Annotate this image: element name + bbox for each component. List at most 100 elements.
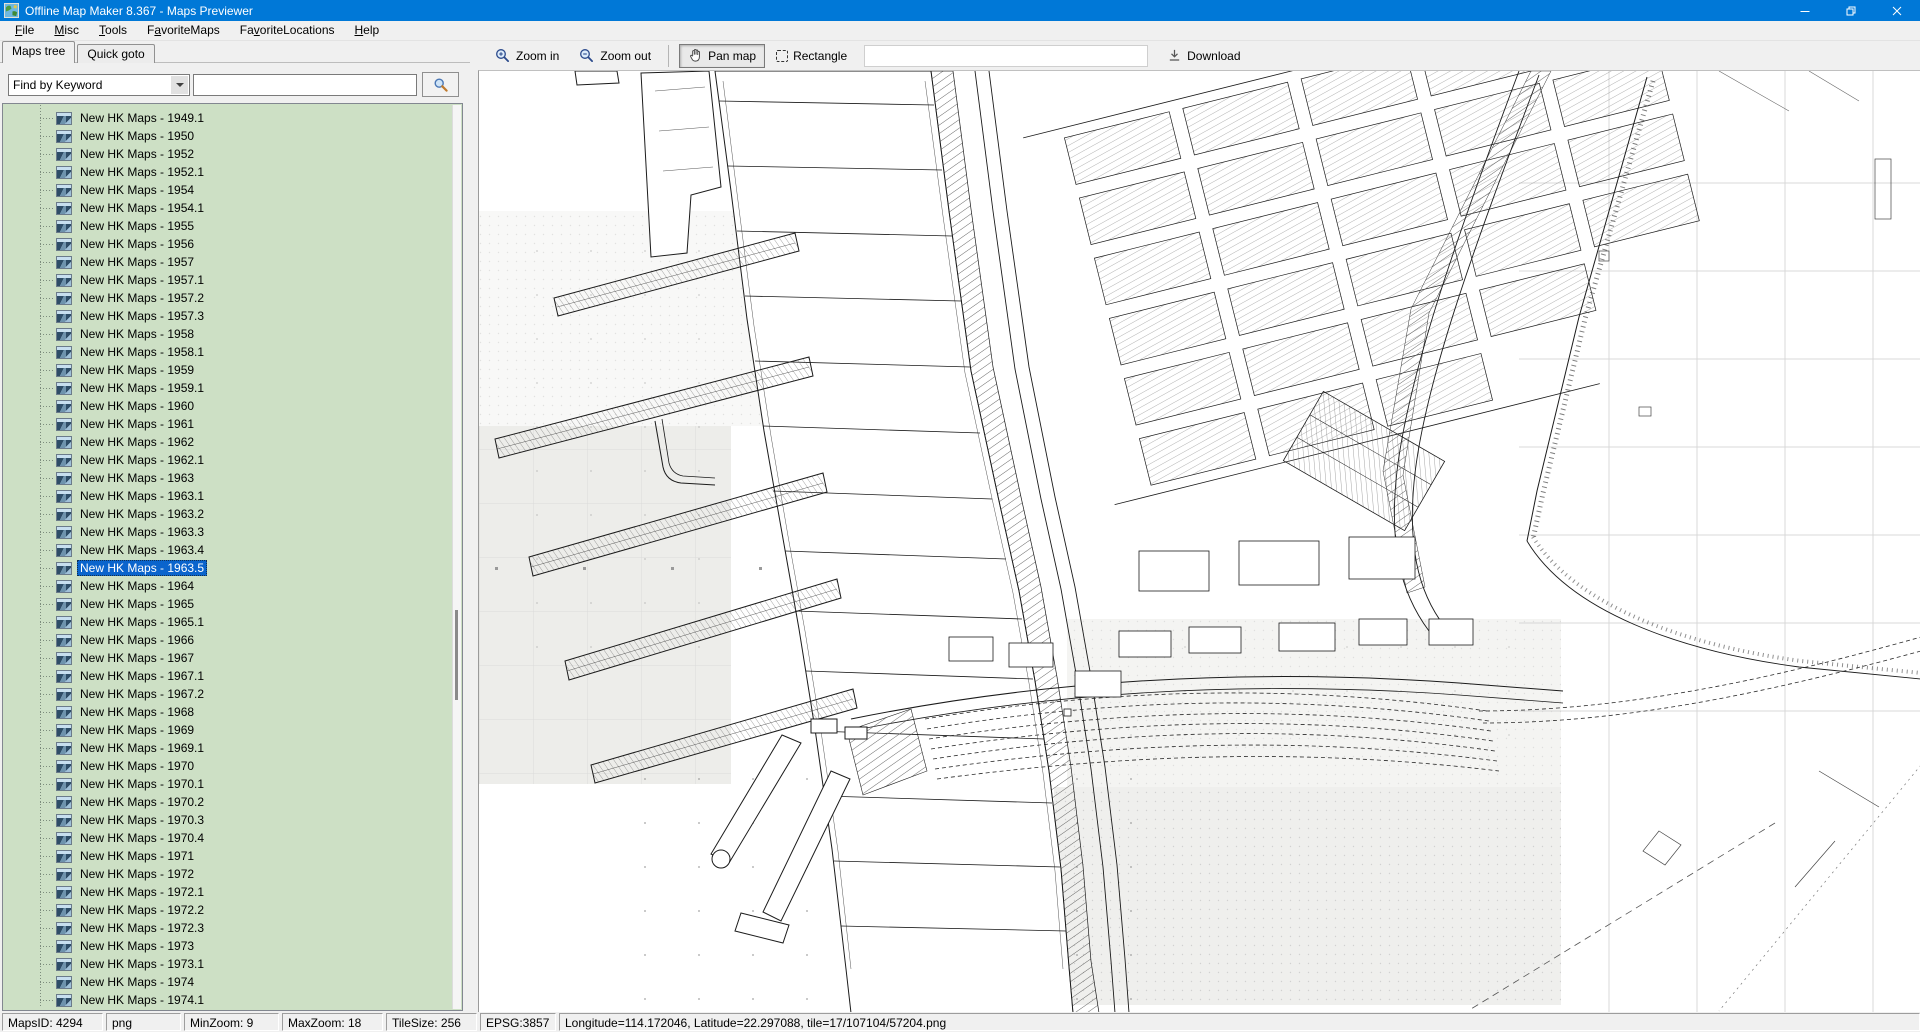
tree-item[interactable]: New HK Maps - 1956 <box>4 235 451 253</box>
map-image-icon <box>56 778 72 791</box>
tree-item[interactable]: New HK Maps - 1972.3 <box>4 919 451 937</box>
tree-item[interactable]: New HK Maps - 1970 <box>4 757 451 775</box>
search-input[interactable] <box>193 74 417 96</box>
tree-item[interactable]: New HK Maps - 1969 <box>4 721 451 739</box>
tree-item[interactable]: New HK Maps - 1950 <box>4 127 451 145</box>
tree-item[interactable]: New HK Maps - 1959 <box>4 361 451 379</box>
tree-item[interactable]: New HK Maps - 1970.1 <box>4 775 451 793</box>
tree-item-label: New HK Maps - 1970.3 <box>77 812 207 828</box>
tree-item[interactable]: New HK Maps - 1962 <box>4 433 451 451</box>
zoom-out-button[interactable]: Zoom out <box>570 44 660 68</box>
tree-item[interactable]: New HK Maps - 1968 <box>4 703 451 721</box>
map-image-icon <box>56 832 72 845</box>
panel-splitter[interactable] <box>470 41 478 1012</box>
tree-item[interactable]: New HK Maps - 1967.2 <box>4 685 451 703</box>
hand-icon <box>688 48 703 63</box>
tree-item[interactable]: New HK Maps - 1973.1 <box>4 955 451 973</box>
map-image-icon <box>56 112 72 125</box>
tree-item[interactable]: New HK Maps - 1971 <box>4 847 451 865</box>
restore-icon <box>1845 5 1857 17</box>
tree-item[interactable]: New HK Maps - 1954 <box>4 181 451 199</box>
tree-item[interactable]: New HK Maps - 1969.1 <box>4 739 451 757</box>
tree-item-label: New HK Maps - 1966 <box>77 632 197 648</box>
menu-misc[interactable]: Misc <box>44 21 89 40</box>
title-bar[interactable]: Offline Map Maker 8.367 - Maps Previewer <box>0 0 1920 21</box>
menu-tools[interactable]: Tools <box>89 21 137 40</box>
tree-item[interactable]: New HK Maps - 1972.2 <box>4 901 451 919</box>
tree-item[interactable]: New HK Maps - 1963.2 <box>4 505 451 523</box>
tree-item[interactable]: New HK Maps - 1963 <box>4 469 451 487</box>
tree-item[interactable]: New HK Maps - 1966 <box>4 631 451 649</box>
tree-item[interactable]: New HK Maps - 1974 <box>4 973 451 991</box>
menu-help[interactable]: Help <box>345 21 390 40</box>
tree-item[interactable]: New HK Maps - 1970.3 <box>4 811 451 829</box>
map-image-icon <box>56 202 72 215</box>
zoom-in-button[interactable]: Zoom in <box>486 44 568 68</box>
tree-item[interactable]: New HK Maps - 1964 <box>4 577 451 595</box>
tree-item[interactable]: New HK Maps - 1957 <box>4 253 451 271</box>
pan-map-button[interactable]: Pan map <box>679 44 765 68</box>
menu-favoritelocations[interactable]: FavoriteLocations <box>230 21 345 40</box>
map-image-icon <box>56 652 72 665</box>
restore-button[interactable] <box>1828 0 1874 21</box>
tree-item[interactable]: New HK Maps - 1963.3 <box>4 523 451 541</box>
rectangle-button[interactable]: Rectangle <box>767 44 856 68</box>
tree-item[interactable]: New HK Maps - 1955 <box>4 217 451 235</box>
tree-item[interactable]: New HK Maps - 1963.4 <box>4 541 451 559</box>
map-image-icon <box>56 814 72 827</box>
tree-item[interactable]: New HK Maps - 1962.1 <box>4 451 451 469</box>
download-button[interactable]: Download <box>1158 44 1249 68</box>
find-mode-combobox[interactable]: Find by Keyword <box>8 74 190 96</box>
map-preview[interactable] <box>478 70 1920 1012</box>
tree-item[interactable]: New HK Maps - 1972 <box>4 865 451 883</box>
map-preview-panel: Zoom in Zoom out Pan map Rectangle <box>478 41 1920 1012</box>
tree-item[interactable]: New HK Maps - 1957.3 <box>4 307 451 325</box>
tree-item-label: New HK Maps - 1972 <box>77 866 197 882</box>
tree-item[interactable]: New HK Maps - 1957.2 <box>4 289 451 307</box>
menu-file[interactable]: File <box>5 21 44 40</box>
tree-item-label: New HK Maps - 1973 <box>77 938 197 954</box>
tree-item[interactable]: New HK Maps - 1963.1 <box>4 487 451 505</box>
tree-scrollbar[interactable] <box>452 105 461 1009</box>
tree-item[interactable]: New HK Maps - 1965 <box>4 595 451 613</box>
tree-item[interactable]: New HK Maps - 1952 <box>4 145 451 163</box>
combo-dropdown-button[interactable] <box>171 76 188 94</box>
tree-item-label: New HK Maps - 1960 <box>77 398 197 414</box>
tree-item[interactable]: New HK Maps - 1967 <box>4 649 451 667</box>
tree-item[interactable]: New HK Maps - 1972.1 <box>4 883 451 901</box>
tree-item[interactable]: New HK Maps - 1970.4 <box>4 829 451 847</box>
tree-item[interactable]: New HK Maps - 1957.1 <box>4 271 451 289</box>
tab-maps-tree[interactable]: Maps tree <box>2 41 75 63</box>
tree-item[interactable]: New HK Maps - 1967.1 <box>4 667 451 685</box>
tree-item[interactable]: New HK Maps - 1954.1 <box>4 199 451 217</box>
tree-item-label: New HK Maps - 1972.3 <box>77 920 207 936</box>
tree-item[interactable]: New HK Maps - 1970.2 <box>4 793 451 811</box>
tree-item-label: New HK Maps - 1954 <box>77 182 197 198</box>
tree-item[interactable]: New HK Maps - 1952.1 <box>4 163 451 181</box>
minimize-button[interactable] <box>1782 0 1828 21</box>
tree-item[interactable]: New HK Maps - 1949.1 <box>4 109 451 127</box>
map-image-icon <box>56 148 72 161</box>
tree-item[interactable]: New HK Maps - 1958.1 <box>4 343 451 361</box>
tree-scrollbar-thumb[interactable] <box>455 610 458 700</box>
tree-item[interactable]: New HK Maps - 1961 <box>4 415 451 433</box>
dashed-rectangle-icon <box>776 50 788 62</box>
tree-item-label: New HK Maps - 1961 <box>77 416 197 432</box>
tree-item[interactable]: New HK Maps - 1958 <box>4 325 451 343</box>
tree-item[interactable]: New HK Maps - 1965.1 <box>4 613 451 631</box>
menu-favoritemaps[interactable]: FavoriteMaps <box>137 21 230 40</box>
tree-item-label: New HK Maps - 1950 <box>77 128 197 144</box>
tree-item[interactable]: New HK Maps - 1963.5 <box>4 559 451 577</box>
tree-item[interactable]: New HK Maps - 1960 <box>4 397 451 415</box>
toolbar-input[interactable] <box>864 45 1148 67</box>
search-button[interactable] <box>422 72 459 97</box>
tree-item-label: New HK Maps - 1962 <box>77 434 197 450</box>
tree-item-label: New HK Maps - 1967.2 <box>77 686 207 702</box>
tab-quick-goto[interactable]: Quick goto <box>77 44 154 63</box>
close-button[interactable] <box>1874 0 1920 21</box>
tree-item[interactable]: New HK Maps - 1973 <box>4 937 451 955</box>
tree-item-label: New HK Maps - 1949.1 <box>77 110 207 126</box>
tree-item[interactable]: New HK Maps - 1974.1 <box>4 991 451 1009</box>
tree-item[interactable]: New HK Maps - 1959.1 <box>4 379 451 397</box>
tree-item-label: New HK Maps - 1967 <box>77 650 197 666</box>
